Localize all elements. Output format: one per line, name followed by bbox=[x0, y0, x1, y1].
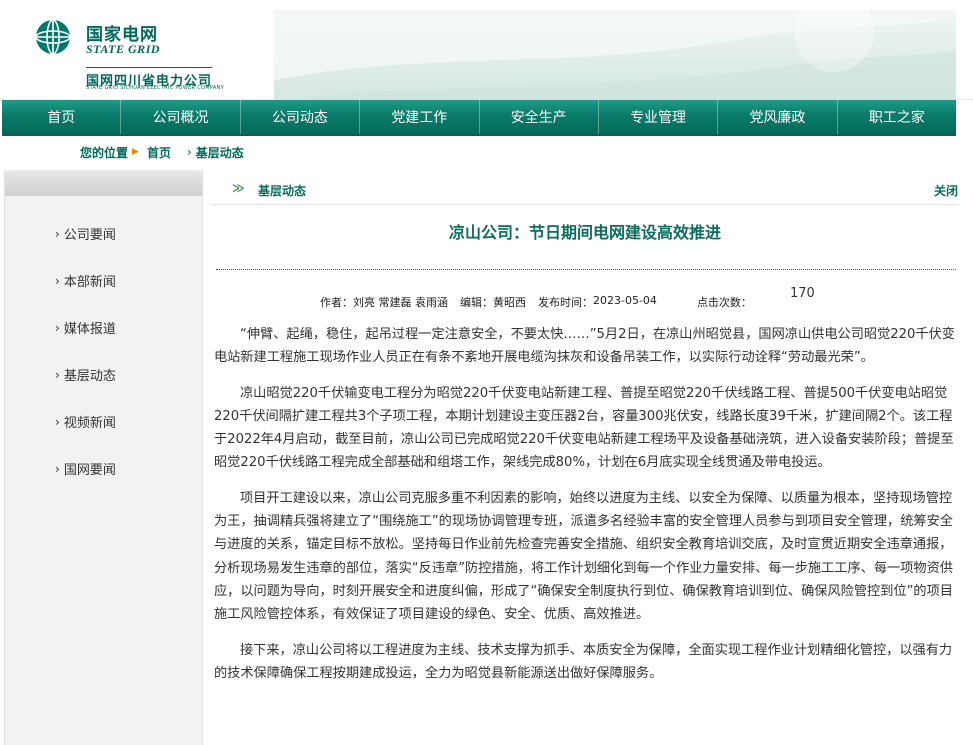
editor-value: 黄昭西 bbox=[493, 296, 526, 309]
nav-safety-production[interactable]: 安全生产 bbox=[480, 100, 599, 134]
nav-staff-home[interactable]: 职工之家 bbox=[838, 100, 956, 134]
chevron-right-icon: › bbox=[186, 145, 192, 159]
date-value: 2023-05-04 bbox=[593, 294, 657, 307]
sidebar-item-label: 基层动态 bbox=[63, 369, 116, 384]
nav-party-building[interactable]: 党建工作 bbox=[360, 100, 480, 134]
editor-label: 编辑： bbox=[460, 296, 493, 309]
main-content: ≫ 基层动态 关闭 凉山公司：节日期间电网建设高效推进 作者： 刘亮 常建磊 袁… bbox=[212, 170, 958, 745]
sidebar-item-sgcc-news[interactable]: › 国网要闻 bbox=[5, 445, 202, 492]
nav-home[interactable]: 首页 bbox=[2, 100, 122, 134]
sidebar-item-label: 公司要闻 bbox=[63, 228, 116, 243]
globe-icon bbox=[35, 19, 71, 55]
author-value: 刘亮 常建磊 袁雨涵 bbox=[353, 296, 448, 309]
close-link[interactable]: 关闭 bbox=[934, 182, 958, 199]
triangle-right-icon: ▶ bbox=[132, 147, 139, 157]
divider bbox=[212, 204, 958, 205]
author-label: 作者： bbox=[320, 296, 353, 309]
sidebar-item-hq-news[interactable]: › 本部新闻 bbox=[5, 257, 202, 304]
banner-decoration bbox=[274, 10, 956, 100]
chevron-right-icon: › bbox=[55, 367, 60, 382]
chevron-right-icon: › bbox=[55, 273, 60, 288]
sidebar-list: › 公司要闻 › 本部新闻 › 媒体报道 › 基层动态 › 视频新闻 › 国网要… bbox=[5, 210, 202, 492]
sidebar-item-label: 媒体报道 bbox=[63, 322, 116, 337]
dotted-divider bbox=[216, 269, 956, 270]
sidebar: › 公司要闻 › 本部新闻 › 媒体报道 › 基层动态 › 视频新闻 › 国网要… bbox=[4, 170, 203, 745]
article-paragraph: 项目开工建设以来，凉山公司克服多重不利因素的影响，始终以进度为主线、以安全为保障… bbox=[214, 490, 953, 623]
article-paragraph: 接下来，凉山公司将以工程进度为主线、技术支撑为抓手、本质安全为保障，全面实现工程… bbox=[214, 642, 953, 681]
views-label: 点击次数： bbox=[696, 296, 752, 309]
breadcrumb-home[interactable]: 首页 bbox=[147, 144, 171, 161]
chevron-right-icon: › bbox=[55, 320, 60, 335]
sidebar-item-label: 视频新闻 bbox=[63, 416, 116, 431]
section-title: 基层动态 bbox=[258, 184, 307, 198]
sidebar-item-label: 本部新闻 bbox=[63, 275, 116, 290]
article-meta: 作者： 刘亮 常建磊 袁雨涵 编辑： 黄昭西 发布时间： 2023-05-04 … bbox=[320, 294, 752, 310]
breadcrumb-current[interactable]: 基层动态 bbox=[196, 144, 244, 161]
chevron-right-icon: › bbox=[55, 461, 60, 476]
double-chevron-icon: ≫ bbox=[232, 181, 244, 195]
site-header: 国家电网 STATE GRID 国网四川省电力公司 STATE GRID SIC… bbox=[0, 0, 973, 100]
date-label: 发布时间： bbox=[538, 296, 593, 309]
chevron-right-icon: › bbox=[55, 226, 60, 241]
chevron-right-icon: › bbox=[55, 414, 60, 429]
sidebar-item-label: 国网要闻 bbox=[63, 463, 116, 478]
sidebar-header bbox=[5, 170, 202, 196]
nav-company-overview[interactable]: 公司概况 bbox=[121, 100, 241, 134]
article-paragraph: 凉山昭觉220千伏输变电工程分为昭觉220千伏变电站新建工程、普提至昭觉220千… bbox=[214, 385, 954, 471]
nav-integrity[interactable]: 党风廉政 bbox=[718, 100, 838, 134]
nav-company-news[interactable]: 公司动态 bbox=[241, 100, 361, 134]
breadcrumb: 您的位置 ▶ 首页 › 基层动态 bbox=[80, 143, 244, 161]
sidebar-item-media-reports[interactable]: › 媒体报道 bbox=[5, 304, 202, 351]
state-grid-logo[interactable]: 国家电网 STATE GRID 国网四川省电力公司 STATE GRID SIC… bbox=[34, 18, 274, 98]
breadcrumb-prefix: 您的位置 bbox=[80, 145, 129, 160]
article-body: “伸臂、起绳，稳住，起吊过程一定注意安全，不要太快……”5月2日，在凉山州昭觉县… bbox=[214, 323, 956, 697]
header-banner bbox=[274, 10, 956, 100]
sidebar-item-company-news[interactable]: › 公司要闻 bbox=[5, 210, 202, 257]
logo-company-en: STATE GRID SICHUAN ELECTRIC POWER COMPAN… bbox=[86, 85, 224, 91]
article-paragraph: “伸臂、起绳，稳住，起吊过程一定注意安全，不要太快……”5月2日，在凉山州昭觉县… bbox=[214, 327, 955, 366]
section-header: ≫ 基层动态 关闭 bbox=[212, 180, 958, 200]
views-count: 170 bbox=[790, 286, 815, 301]
logo-name-en: STATE GRID bbox=[86, 42, 161, 56]
sidebar-item-video-news[interactable]: › 视频新闻 bbox=[5, 398, 202, 445]
sidebar-item-grassroots-news[interactable]: › 基层动态 bbox=[5, 351, 202, 398]
nav-professional-management[interactable]: 专业管理 bbox=[599, 100, 719, 134]
main-nav: 首页 公司概况 公司动态 党建工作 安全生产 专业管理 党风廉政 职工之家 bbox=[2, 100, 956, 136]
article-title: 凉山公司：节日期间电网建设高效推进 bbox=[448, 223, 721, 242]
